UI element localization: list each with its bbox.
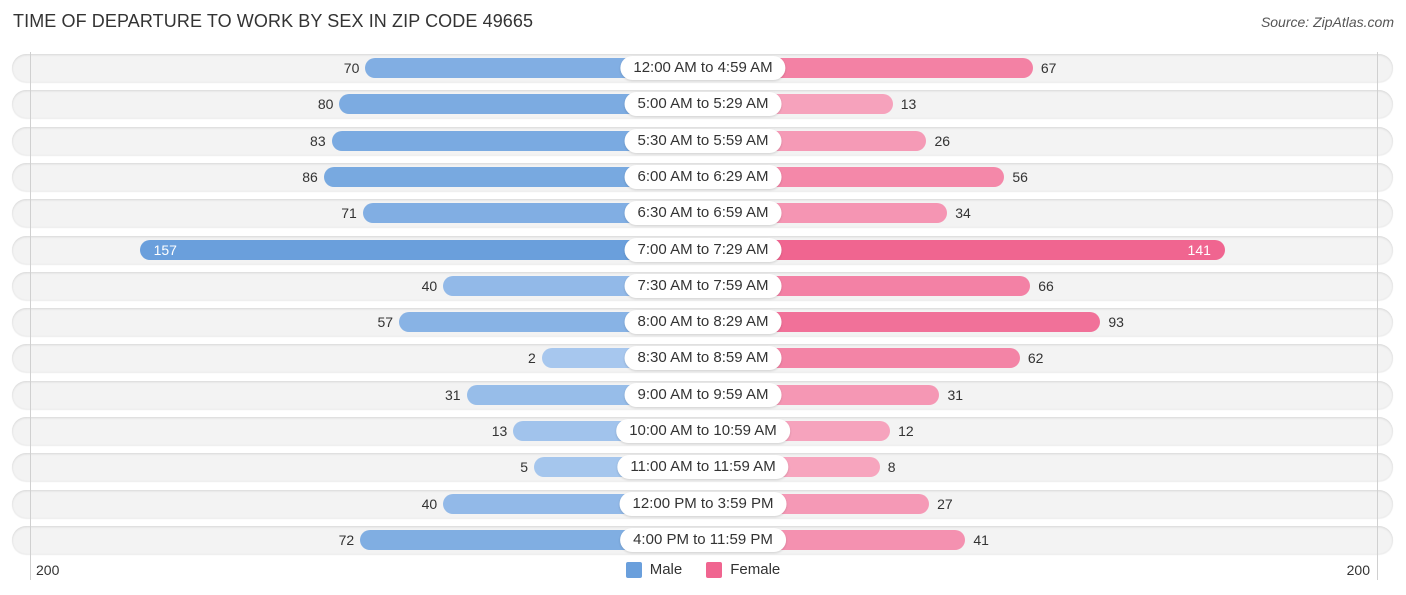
- category-label: 12:00 PM to 3:59 PM: [619, 491, 787, 516]
- value-label-female: 8: [887, 459, 896, 476]
- legend-swatch-male: [625, 561, 642, 578]
- value-label-male: 86: [302, 168, 318, 185]
- value-label-female: 56: [1012, 168, 1028, 185]
- value-label-male: 40: [421, 277, 438, 294]
- legend-label-male: Male: [649, 561, 683, 578]
- category-label: 9:00 AM to 9:59 AM: [624, 382, 782, 407]
- category-label: 5:00 AM to 5:29 AM: [624, 92, 782, 117]
- value-label-female: 34: [955, 205, 971, 222]
- category-label: 11:00 AM to 11:59 AM: [617, 455, 789, 480]
- value-label-female: 62: [1027, 350, 1044, 367]
- right-axis-line: [1377, 52, 1378, 580]
- value-label-male: 57: [377, 314, 394, 331]
- legend-item-male[interactable]: Male: [625, 561, 683, 578]
- category-label: 8:30 AM to 8:59 AM: [624, 346, 782, 371]
- value-label-male: 157: [153, 241, 177, 258]
- value-label-female: 41: [973, 531, 989, 548]
- left-axis-line: [30, 52, 31, 580]
- category-label: 5:30 AM to 5:59 AM: [624, 128, 782, 153]
- legend-swatch-female: [706, 561, 723, 578]
- value-label-female: 26: [934, 132, 951, 149]
- category-label: 10:00 AM to 10:59 AM: [616, 419, 790, 443]
- value-label-female: 67: [1040, 60, 1057, 76]
- category-label: 7:30 AM to 7:59 AM: [624, 273, 782, 298]
- value-label-female: 12: [898, 423, 914, 439]
- value-label-male: 80: [317, 96, 334, 113]
- category-label: 8:00 AM to 8:29 AM: [624, 310, 782, 335]
- category-label: 4:00 PM to 11:59 PM: [620, 527, 786, 552]
- category-label: 7:00 AM to 7:29 AM: [624, 237, 782, 262]
- value-label-male: 13: [491, 423, 508, 439]
- value-label-male: 72: [338, 531, 355, 548]
- legend: Male Female: [0, 561, 1406, 578]
- diverging-bar-chart: 70 67 12:00 AM to 4:59 AM 80 13 5:00 AM to 5:…: [0, 0, 1406, 595]
- value-label-male: 70: [343, 60, 360, 76]
- value-label-female: 93: [1108, 314, 1124, 331]
- legend-item-female[interactable]: Female: [706, 561, 780, 578]
- category-label: 6:00 AM to 6:29 AM: [624, 164, 782, 189]
- value-label-male: 71: [341, 205, 357, 222]
- value-label-male: 2: [528, 350, 536, 367]
- legend-label-female: Female: [730, 561, 781, 578]
- bar-male[interactable]: [139, 239, 703, 260]
- value-label-male: 31: [444, 386, 461, 403]
- category-label: 6:30 AM to 6:59 AM: [624, 201, 782, 226]
- value-label-female: 31: [947, 386, 964, 403]
- value-label-female: 27: [937, 495, 953, 512]
- value-label-female: 13: [900, 96, 917, 113]
- value-label-male: 5: [520, 459, 529, 476]
- value-label-female: 66: [1038, 277, 1054, 294]
- category-label: 12:00 AM to 4:59 AM: [620, 56, 786, 80]
- value-label-female: 141: [1187, 241, 1211, 258]
- value-label-male: 83: [310, 132, 326, 149]
- value-label-male: 40: [421, 495, 438, 512]
